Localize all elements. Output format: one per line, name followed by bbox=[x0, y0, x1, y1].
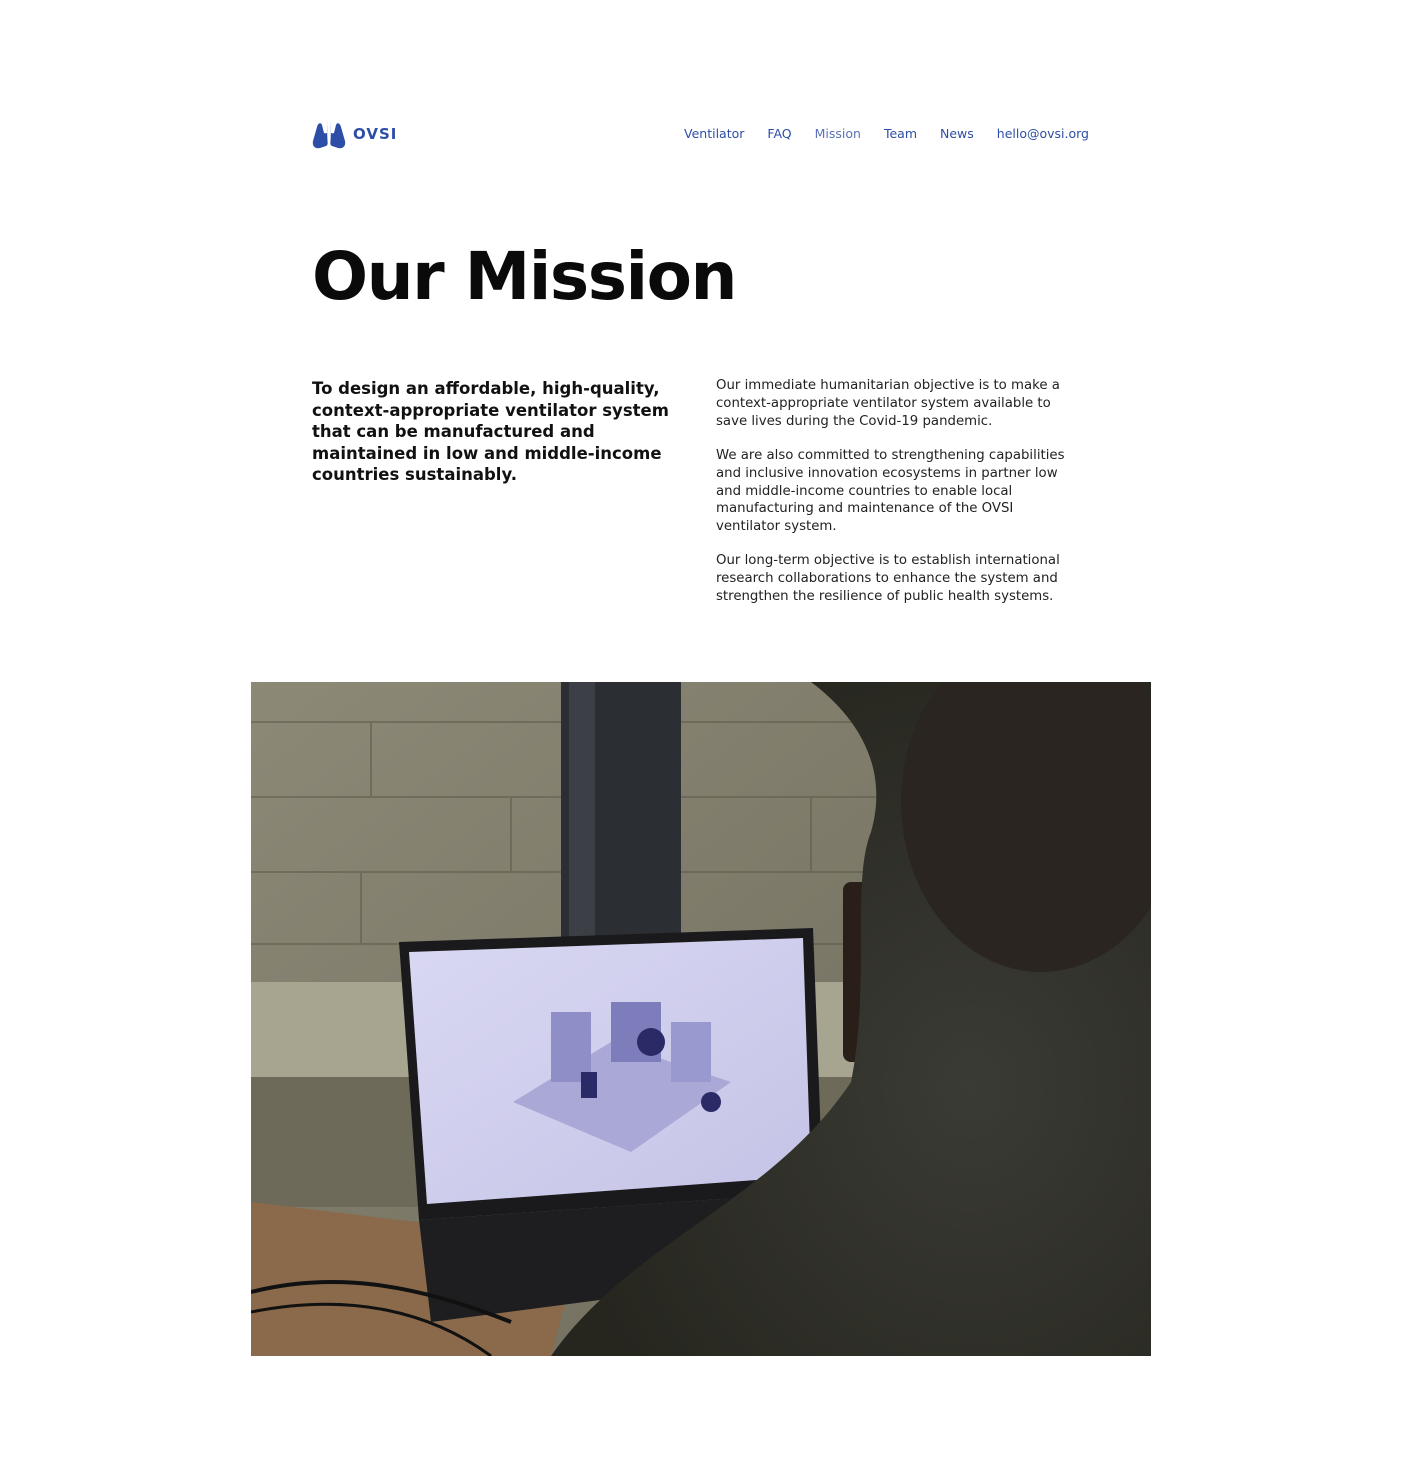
mission-statement: To design an affordable, high-quality, c… bbox=[312, 378, 677, 486]
paragraph-immediate-objective: Our immediate humanitarian objective is … bbox=[716, 377, 1091, 431]
mission-line: that can be manufactured and bbox=[312, 422, 595, 442]
paragraph-line: and inclusive innovation ecosystems in p… bbox=[716, 465, 1058, 481]
mission-line: context-appropriate ventilator system bbox=[312, 400, 669, 420]
paragraph-line: context-appropriate ventilator system av… bbox=[716, 395, 1051, 411]
mission-line: To design an affordable, high-quality, bbox=[312, 379, 660, 398]
paragraph-line: We are also committed to strengthening c… bbox=[716, 447, 1065, 463]
nav-faq[interactable]: FAQ bbox=[767, 126, 791, 141]
paragraph-line: and middle-income countries to enable lo… bbox=[716, 483, 1013, 499]
laptop-cad-scene-image bbox=[251, 682, 1151, 1356]
paragraph-capabilities: We are also committed to strengthening c… bbox=[716, 447, 1091, 537]
lungs-icon bbox=[312, 121, 346, 149]
nav-news[interactable]: News bbox=[940, 126, 974, 141]
nav-team[interactable]: Team bbox=[884, 126, 917, 141]
nav-ventilator[interactable]: Ventilator bbox=[684, 126, 744, 141]
brand-name: OVSI bbox=[353, 125, 398, 143]
paragraph-line: Our immediate humanitarian objective is … bbox=[716, 378, 1060, 393]
paragraph-line: manufacturing and maintenance of the OVS… bbox=[716, 501, 1014, 517]
mission-details: Our immediate humanitarian objective is … bbox=[716, 377, 1091, 622]
page-title: Our Mission bbox=[312, 238, 737, 315]
mission-line: maintained in low and middle-income bbox=[312, 443, 662, 463]
site-header: OVSI Ventilator FAQ Mission Team News he… bbox=[312, 118, 1089, 150]
mission-photo bbox=[251, 682, 1151, 1356]
logo-link[interactable]: OVSI bbox=[312, 118, 397, 150]
paragraph-line: ventilator system. bbox=[716, 519, 837, 535]
paragraph-line: Our long-term objective is to establish … bbox=[716, 553, 1060, 569]
main-nav: Ventilator FAQ Mission Team News hello@o… bbox=[661, 126, 1089, 141]
paragraph-line: save lives during the Covid-19 pandemic. bbox=[716, 413, 993, 429]
mission-line: countries sustainably. bbox=[312, 465, 517, 485]
nav-email[interactable]: hello@ovsi.org bbox=[997, 126, 1089, 141]
nav-mission[interactable]: Mission bbox=[815, 126, 861, 141]
paragraph-line: research collaborations to enhance the s… bbox=[716, 571, 1058, 587]
paragraph-line: strengthen the resilience of public heal… bbox=[716, 589, 1054, 605]
paragraph-long-term-objective: Our long-term objective is to establish … bbox=[716, 552, 1091, 606]
